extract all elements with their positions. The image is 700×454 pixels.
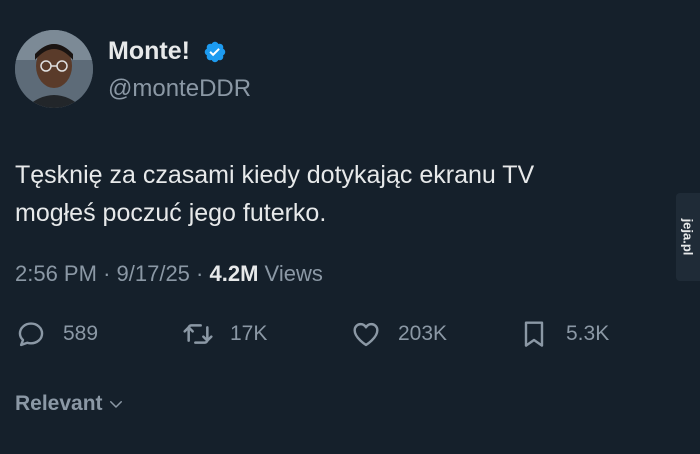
avatar[interactable] xyxy=(15,30,93,108)
display-name[interactable]: Monte! xyxy=(108,37,190,66)
retweet-count: 17K xyxy=(230,322,268,345)
timestamp[interactable]: 2:56 PM xyxy=(15,261,97,286)
tweet-meta: 2:56 PM · 9/17/25 · 4.2M Views xyxy=(15,261,323,287)
meta-separator: · xyxy=(103,261,111,286)
date[interactable]: 9/17/25 xyxy=(117,261,190,286)
watermark: jeja.pl xyxy=(676,193,700,281)
sort-dropdown[interactable]: Relevant xyxy=(15,392,125,416)
like-count: 203K xyxy=(398,322,448,345)
heart-icon xyxy=(353,322,379,347)
retweet-icon xyxy=(183,324,213,344)
bookmark-icon xyxy=(524,321,544,347)
tweet-line-2: mogłeś poczuć jego futerko. xyxy=(15,199,327,227)
sort-label: Relevant xyxy=(15,392,103,415)
watermark-text: jeja.pl xyxy=(680,218,696,256)
like-button[interactable]: 203K xyxy=(350,314,447,354)
views-label: Views xyxy=(264,261,323,286)
action-bar: 589 17K 203K 5.3K xyxy=(0,314,700,354)
retweet-button[interactable]: 17K xyxy=(182,314,267,354)
reply-button[interactable]: 589 xyxy=(15,314,98,354)
chevron-down-icon xyxy=(109,401,122,408)
bookmark-button[interactable]: 5.3K xyxy=(518,314,609,354)
handle[interactable]: @monteDDR xyxy=(108,75,251,103)
tweet-line-1: Tęsknię za czasami kiedy dotykając ekran… xyxy=(15,161,535,189)
tweet-text: Tęsknię za czasami kiedy dotykając ekran… xyxy=(15,156,655,232)
reply-icon xyxy=(18,322,44,347)
bookmark-count: 5.3K xyxy=(566,322,610,345)
reply-count: 589 xyxy=(63,322,99,345)
views-count: 4.2M xyxy=(209,261,259,286)
meta-separator: · xyxy=(196,261,204,286)
verified-check-icon xyxy=(204,41,226,63)
